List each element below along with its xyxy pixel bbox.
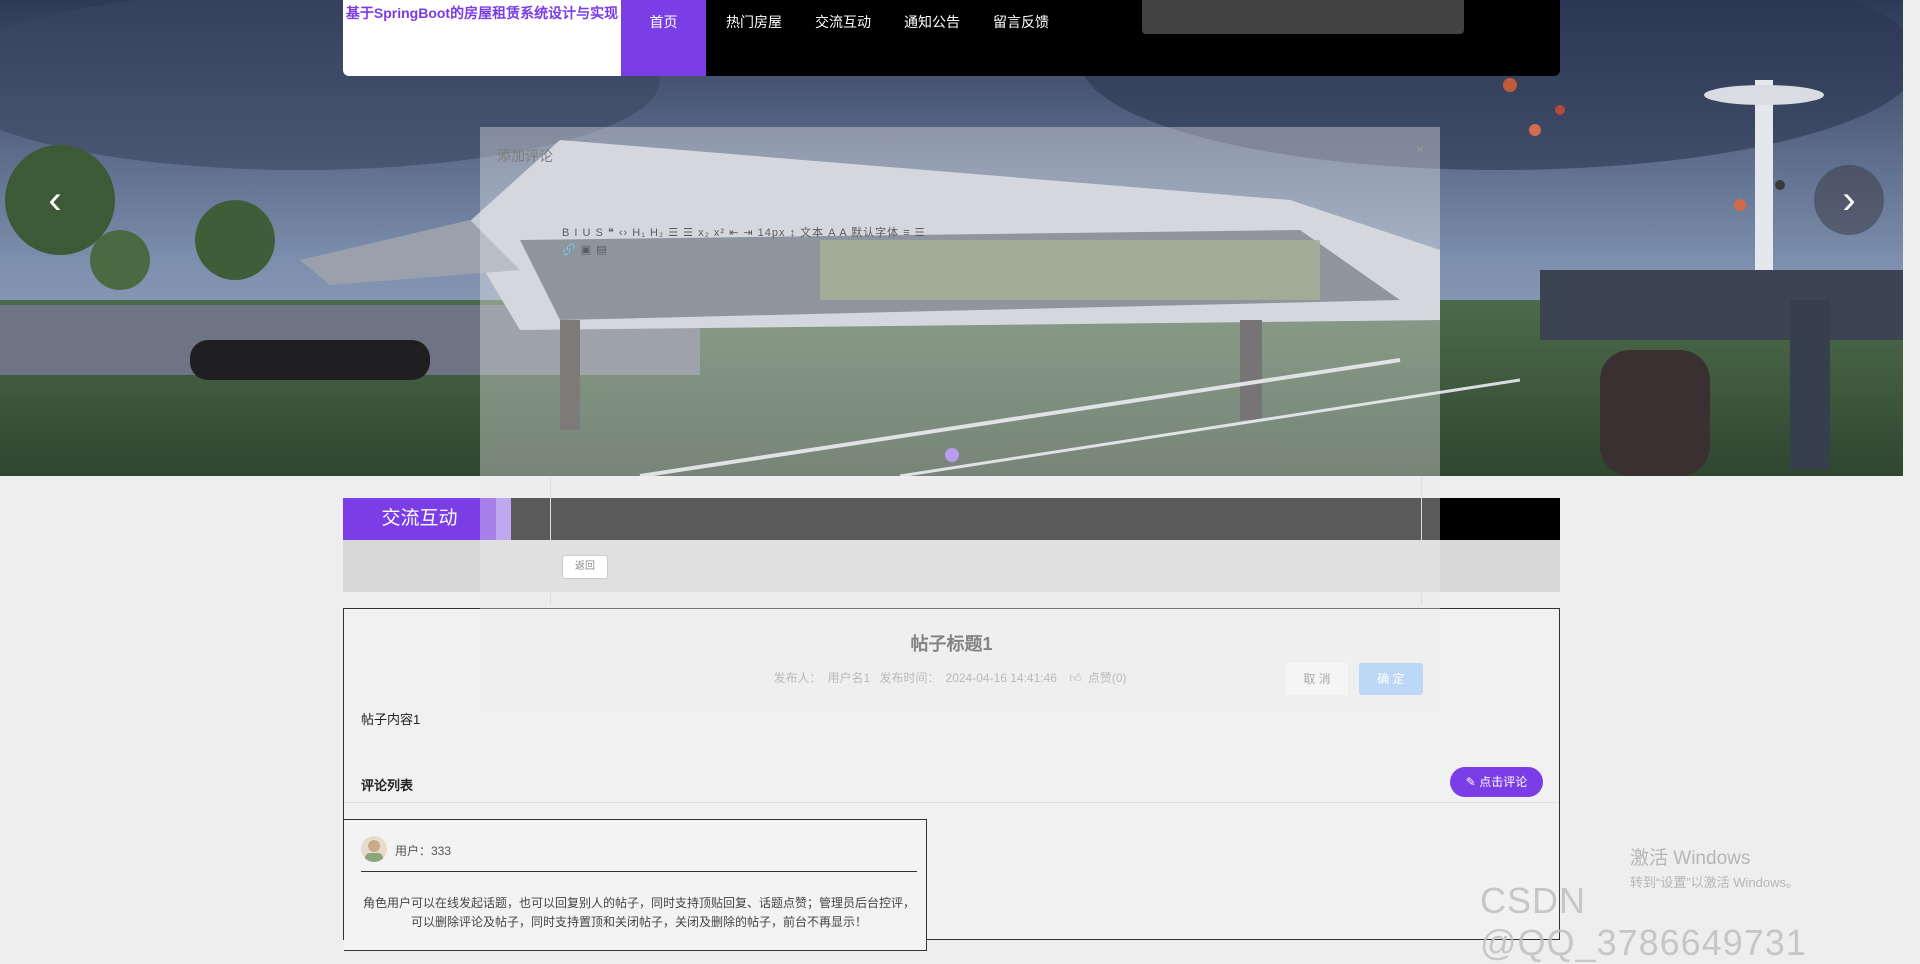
avatar <box>361 836 387 862</box>
windows-activation-title: 激活 Windows <box>1630 848 1751 869</box>
site-brand[interactable]: 基于SpringBoot的房屋租赁系统设计与实现 <box>343 0 621 76</box>
nav-hot-houses[interactable]: 热门房屋 <box>726 0 782 76</box>
dialog-title: 添加评论 <box>497 148 553 164</box>
add-comment-label: 点击评论 <box>1479 775 1528 789</box>
comment-editor[interactable] <box>550 477 1422 605</box>
post-content: 帖子内容1 <box>361 712 421 727</box>
section-title: 交流互动 <box>343 498 511 540</box>
comments-heading: 评论列表 <box>361 778 414 793</box>
edit-icon: ✎ <box>1465 775 1476 789</box>
add-comment-dialog: 添加评论 × B I U S ❝ ‹› H₁ H₂ ☰ ☰ x₂ x² ⇤ ⇥ … <box>480 127 1440 711</box>
back-button[interactable]: 返回 <box>562 555 608 579</box>
chevron-right-icon: › <box>1842 177 1856 222</box>
comment-text: 角色用户可以在线发起话题，也可以回复别人的帖子，同时支持顶贴回复、话题点赞；管理… <box>362 896 915 929</box>
comment-item: 用户：333 角色用户可以在线发起话题，也可以回复别人的帖子，同时支持顶贴回复、… <box>344 819 927 951</box>
cancel-button[interactable]: 取 消 <box>1286 663 1348 695</box>
confirm-button[interactable]: 确 定 <box>1359 663 1423 695</box>
carousel-next-button[interactable]: › <box>1814 165 1884 235</box>
csdn-watermark: CSDN @QQ_3786649731 <box>1480 880 1807 963</box>
add-comment-button[interactable]: ✎ 点击评论 <box>1450 767 1543 797</box>
close-icon[interactable]: × <box>1416 141 1424 157</box>
main-nav: 首页 热门房屋 交流互动 通知公告 留言反馈 <box>621 0 1062 76</box>
nav-home[interactable]: 首页 <box>621 0 706 76</box>
top-navbar: 基于SpringBoot的房屋租赁系统设计与实现 首页 热门房屋 交流互动 通知… <box>343 0 1560 76</box>
nav-feedback[interactable]: 留言反馈 <box>993 0 1049 76</box>
nav-notices[interactable]: 通知公告 <box>904 0 960 76</box>
carousel-prev-button[interactable]: ‹ <box>20 165 90 235</box>
comment-user: 用户：333 <box>395 844 452 858</box>
toolbar-row[interactable]: B I U S ❝ ‹› H₁ H₂ ☰ ☰ x₂ x² ⇤ ⇥ 14px ↕ … <box>562 224 1332 243</box>
divider <box>344 802 1559 803</box>
divider <box>361 871 917 872</box>
rich-text-toolbar[interactable]: B I U S ❝ ‹› H₁ H₂ ☰ ☰ x₂ x² ⇤ ⇥ 14px ↕ … <box>562 224 1332 262</box>
toolbar-row[interactable]: 🔗 ▣ ▤ <box>562 243 1332 262</box>
nav-overlay-ghost <box>1142 0 1464 34</box>
chevron-left-icon: ‹ <box>48 177 62 222</box>
nav-forum[interactable]: 交流互动 <box>815 0 871 76</box>
